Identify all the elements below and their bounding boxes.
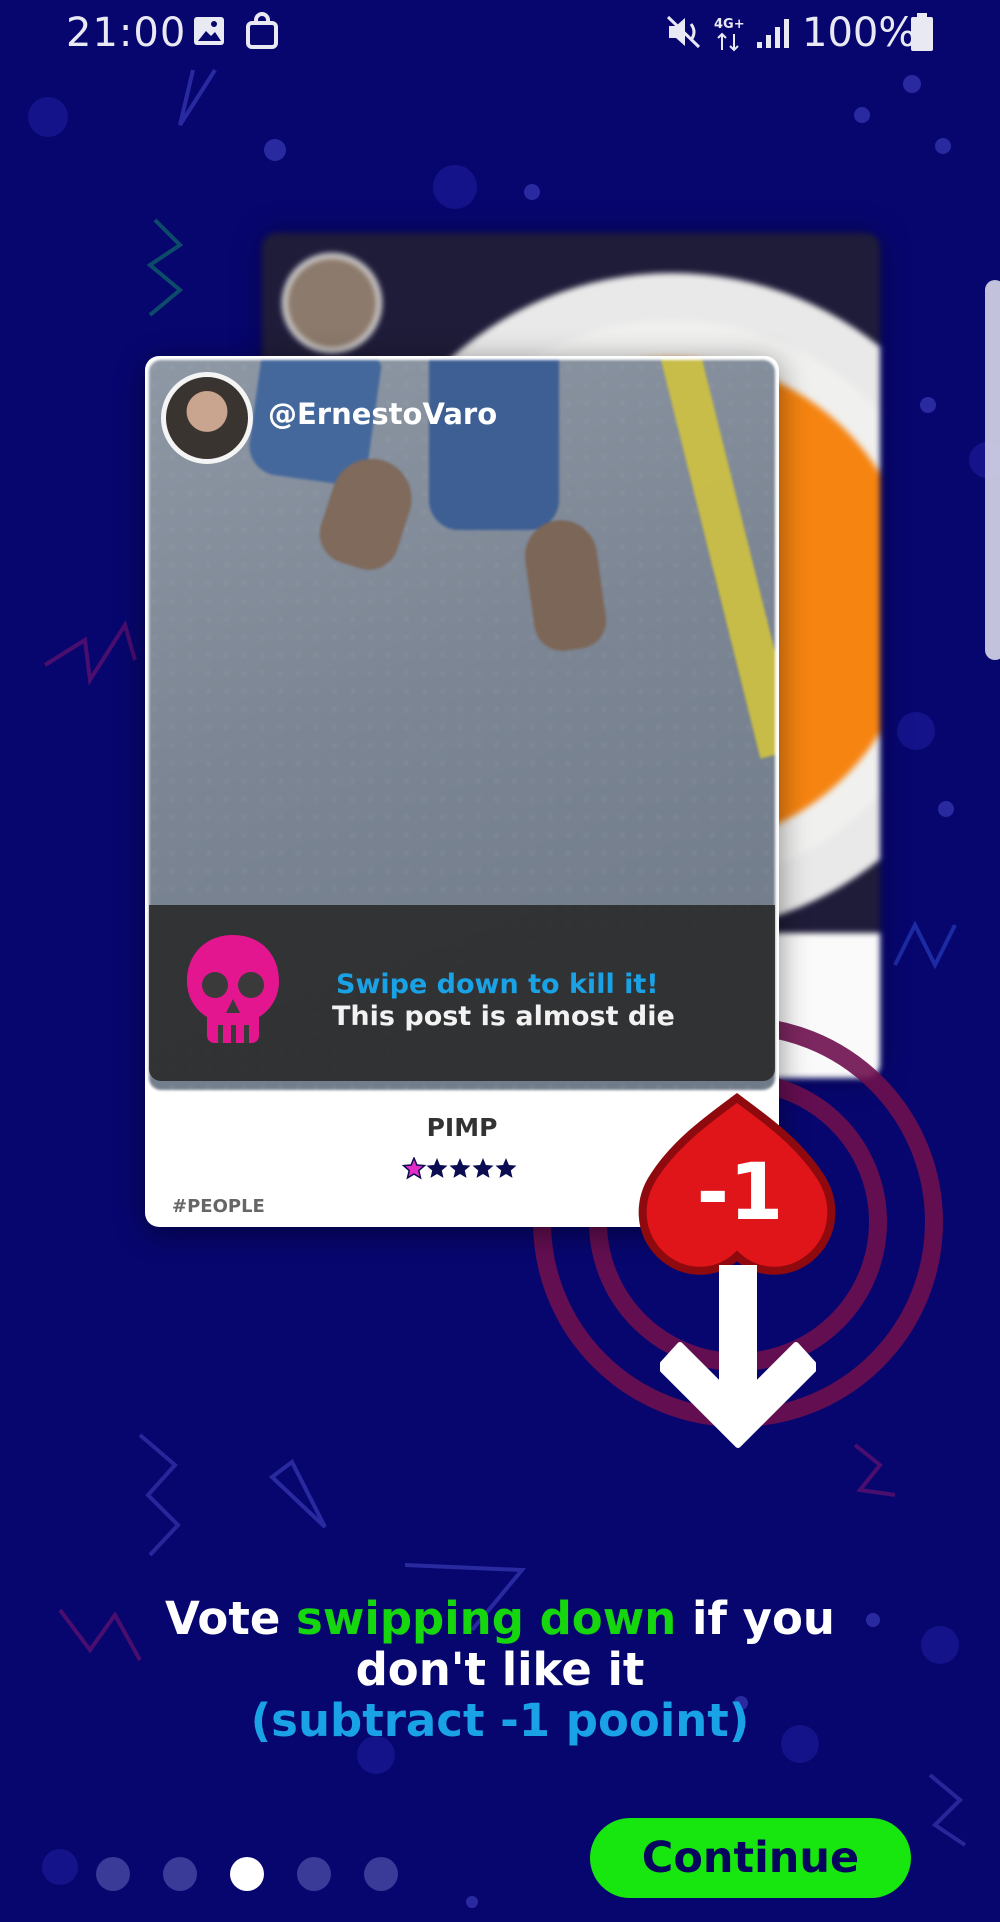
hashtag[interactable]: #PEOPLE — [172, 1196, 265, 1217]
skull-icon — [187, 935, 279, 1043]
star-empty-icon — [426, 1158, 448, 1178]
page-dot[interactable] — [163, 1857, 197, 1891]
battery-percent: 100% — [802, 10, 917, 56]
kill-hint-overlay: Swipe down to kill it! This post is almo… — [149, 905, 775, 1081]
arrow-down-icon — [660, 1265, 816, 1448]
instruction-note: (subtract -1 pooint) — [250, 1694, 750, 1747]
bag-icon — [246, 12, 278, 49]
page-dot[interactable] — [230, 1857, 264, 1891]
kill-hint-title: Swipe down to kill it! — [336, 969, 659, 1000]
edge-panel-handle[interactable] — [985, 280, 1000, 660]
status-time: 21:00 — [66, 10, 187, 56]
star-rating — [402, 1157, 517, 1180]
kill-hint-subtitle: This post is almost die — [332, 1001, 675, 1032]
avatar — [282, 253, 382, 353]
post-username[interactable]: @ErnestoVaro — [268, 397, 497, 431]
page-dot[interactable] — [96, 1857, 130, 1891]
vote-value: -1 — [696, 1148, 784, 1238]
star-empty-icon — [449, 1158, 471, 1178]
user-avatar[interactable] — [161, 372, 253, 464]
status-bar: 21:00 4G+ 100% — [0, 0, 1000, 70]
battery-icon — [911, 13, 933, 51]
signal-icon — [757, 19, 789, 48]
star-filled-icon — [402, 1157, 427, 1180]
star-empty-icon — [472, 1158, 494, 1178]
mute-icon — [666, 15, 701, 49]
instruction-text: Vote swipping down if you don't like it … — [0, 1593, 1000, 1746]
instruction-highlight: swipping down — [296, 1592, 677, 1645]
page-dot[interactable] — [364, 1857, 398, 1891]
star-empty-icon — [495, 1158, 517, 1178]
network-icon: 4G+ — [714, 17, 745, 52]
page-dot[interactable] — [297, 1857, 331, 1891]
continue-button[interactable]: Continue — [590, 1818, 911, 1898]
image-icon — [194, 17, 224, 45]
network-label: 4G+ — [714, 17, 745, 32]
